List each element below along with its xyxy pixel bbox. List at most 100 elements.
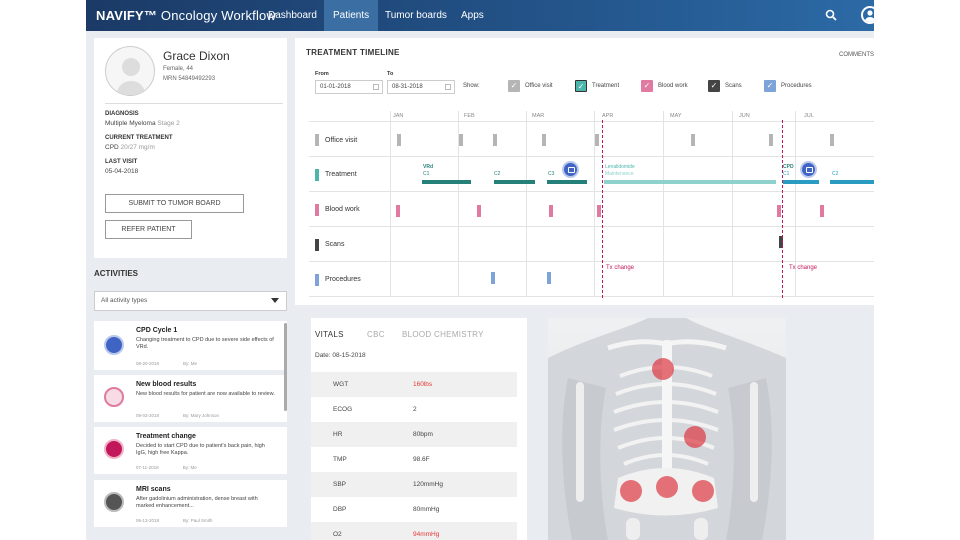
blood-work-marker[interactable]: [597, 205, 601, 217]
row-divider: [309, 226, 874, 227]
grid-line: [732, 111, 733, 296]
comment-event-icon[interactable]: [800, 161, 817, 178]
treatment-label: VRd: [423, 164, 433, 170]
app-window: NAVIFY™ Oncology Workflow Dashboard Pati…: [86, 0, 874, 540]
blood-work-marker[interactable]: [820, 205, 824, 217]
calendar-icon: [445, 84, 451, 90]
tab-vitals[interactable]: VITALS: [315, 330, 344, 339]
procedure-marker[interactable]: [491, 272, 495, 284]
office-visit-marker[interactable]: [459, 134, 463, 146]
office-visit-marker[interactable]: [397, 134, 401, 146]
tab-cbc[interactable]: CBC: [367, 330, 385, 339]
filter-office-visit-label: Office visit: [525, 83, 553, 89]
activity-item[interactable]: New blood results New blood results for …: [94, 375, 287, 422]
submit-to-tumor-board-button[interactable]: SUBMIT TO TUMOR BOARD: [105, 194, 244, 213]
month-label: MAR: [532, 113, 545, 119]
vitals-key: O2: [333, 531, 342, 538]
activity-title: CPD Cycle 1: [136, 327, 178, 334]
treatment-bar-maintenance[interactable]: [604, 180, 776, 184]
vitals-row: ECOG 2: [311, 397, 517, 422]
row-divider: [309, 296, 874, 297]
treatment-swatch: [315, 169, 319, 181]
vitals-row: TMP 98.6F: [311, 447, 517, 472]
vitals-panel: VITALS CBC BLOOD CHEMISTRY Date: 08-15-2…: [311, 318, 527, 540]
lesion-hotspot[interactable]: [620, 480, 642, 502]
activity-desc: Decided to start CPD due to patient's ba…: [136, 443, 265, 456]
vitals-key: ECOG: [333, 406, 353, 413]
treatment-bar-c2[interactable]: [830, 180, 874, 184]
office-visit-marker[interactable]: [595, 134, 599, 146]
office-visit-marker[interactable]: [691, 134, 695, 146]
nav-tab-dashboard[interactable]: Dashboard: [259, 0, 326, 31]
treatment-label: C1: [783, 171, 790, 177]
vitals-key: TMP: [333, 456, 347, 463]
vitals-row: SBP 120mmHg: [311, 472, 517, 497]
grid-line: [390, 111, 391, 296]
lesion-hotspot[interactable]: [652, 358, 674, 380]
comment-event-icon[interactable]: [562, 161, 579, 178]
calendar-icon: [373, 84, 379, 90]
from-date-input[interactable]: 01-01-2018: [315, 80, 383, 94]
tab-blood-chemistry[interactable]: BLOOD CHEMISTRY: [402, 330, 484, 339]
row-divider: [309, 261, 874, 262]
treatment-bar-vrd-c1[interactable]: [422, 180, 471, 184]
patient-mrn: MRN 54849492293: [163, 76, 216, 82]
diagnosis-value: Multiple Myeloma Stage 2: [105, 120, 180, 127]
tx-change-label: Tx change: [789, 265, 818, 271]
search-icon[interactable]: [825, 9, 837, 21]
office-visit-marker[interactable]: [493, 134, 497, 146]
treatment-label: CPD: [783, 164, 794, 170]
filter-blood-work-checkbox[interactable]: ✓: [641, 80, 653, 92]
clipboard-icon: [104, 439, 124, 459]
procedures-swatch: [315, 274, 319, 286]
activity-item[interactable]: CPD Cycle 1 Changing treatment to CPD du…: [94, 321, 287, 370]
lesion-hotspot[interactable]: [656, 476, 678, 498]
lesion-hotspot[interactable]: [684, 426, 706, 448]
activity-item[interactable]: MRI scans After gadolinium administratio…: [94, 480, 287, 527]
user-account-icon[interactable]: [861, 6, 874, 24]
lesion-hotspot[interactable]: [692, 480, 714, 502]
row-divider: [309, 156, 874, 157]
office-visit-marker[interactable]: [542, 134, 546, 146]
filter-treatment-checkbox[interactable]: ✓: [575, 80, 587, 92]
treatment-bar-c3[interactable]: [547, 180, 587, 184]
activity-title: MRI scans: [136, 486, 171, 493]
nav-tab-apps[interactable]: Apps: [452, 0, 493, 31]
nav-tab-tumor-boards[interactable]: Tumor boards: [376, 0, 456, 31]
skeleton-illustration: [548, 318, 786, 540]
vitals-key: DBP: [333, 506, 347, 513]
activity-type-select[interactable]: All activity types: [94, 291, 287, 311]
filter-scans-checkbox[interactable]: ✓: [708, 80, 720, 92]
filter-office-visit-checkbox[interactable]: ✓: [508, 80, 520, 92]
comments-link[interactable]: COMMENTS: [839, 52, 874, 58]
activity-meta: 08-20-2018 By: Me: [136, 361, 198, 366]
blood-work-marker[interactable]: [777, 205, 781, 217]
filter-procedures-checkbox[interactable]: ✓: [764, 80, 776, 92]
current-treatment-value: CPD 20/27 mg/m: [105, 144, 155, 151]
blood-work-swatch: [315, 204, 319, 216]
nav-tab-patients[interactable]: Patients: [324, 0, 379, 31]
blood-work-marker[interactable]: [396, 205, 400, 217]
blood-work-marker[interactable]: [549, 205, 553, 217]
to-date-input[interactable]: 08-31-2018: [387, 80, 455, 94]
vitals-value: 120mmHg: [413, 481, 443, 488]
office-visit-marker[interactable]: [769, 134, 773, 146]
scan-icon: [104, 492, 124, 512]
skeleton-body-map[interactable]: [548, 318, 786, 540]
vitals-value: 80bpm: [413, 431, 433, 438]
month-label: JAN: [393, 113, 404, 119]
activities-scrollbar[interactable]: [284, 323, 287, 411]
brand-title: NAVIFY™ Oncology Workflow: [96, 8, 277, 23]
treatment-bar-c2[interactable]: [494, 180, 535, 184]
diagnosis-label: DIAGNOSIS: [105, 111, 139, 117]
refer-patient-button[interactable]: REFER PATIENT: [105, 220, 192, 239]
blood-work-marker[interactable]: [477, 205, 481, 217]
top-nav: NAVIFY™ Oncology Workflow Dashboard Pati…: [86, 0, 874, 31]
activity-item[interactable]: Treatment change Decided to start CPD du…: [94, 427, 287, 474]
treatment-bar-cpd-c1[interactable]: [783, 180, 819, 184]
last-visit-value: 05-04-2018: [105, 168, 139, 175]
procedure-marker[interactable]: [547, 272, 551, 284]
divider: [105, 103, 283, 104]
office-visit-marker[interactable]: [830, 134, 834, 146]
month-label: APR: [602, 113, 614, 119]
